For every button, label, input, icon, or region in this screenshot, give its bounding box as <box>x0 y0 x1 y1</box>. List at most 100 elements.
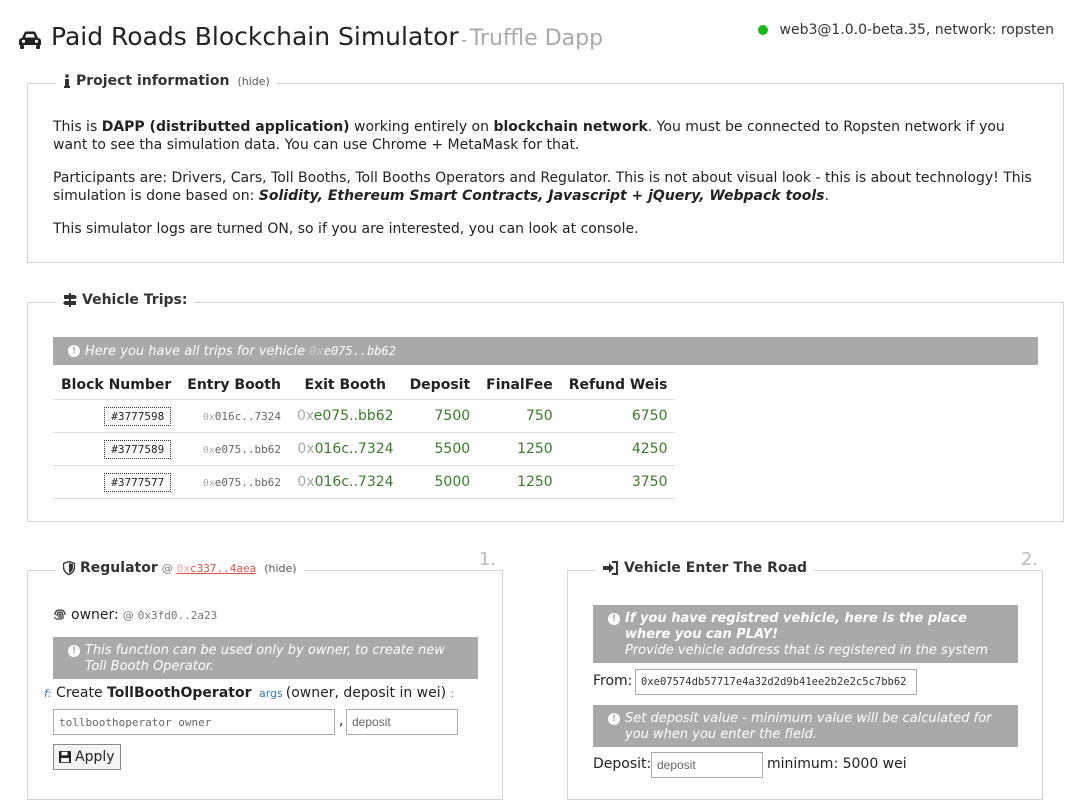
regulator-panel: Regulator @ 0xc337..4aea (hide) 1. owner… <box>27 549 503 800</box>
exit-booth-prefix: 0x <box>297 474 315 490</box>
page-title: Paid Roads Blockchain Simulator <box>51 22 459 51</box>
from-label: From: <box>593 673 633 689</box>
table-row: #3777577 0xe075..bb62 0x016c..7324 5000 1250… <box>53 465 676 499</box>
apply-button[interactable]: Apply <box>53 744 121 770</box>
hide-regulator-link[interactable]: (hide) <box>264 562 296 575</box>
sign-in-icon <box>603 561 618 575</box>
network-status-text: web3@1.0.0-beta.35, network: ropsten <box>779 22 1054 38</box>
enter-deposit-input[interactable] <box>651 752 763 778</box>
exit-booth-address: 016c..7324 <box>314 474 394 490</box>
play-banner: ! If you have registred vehicle, here is… <box>593 605 1018 663</box>
function-params: (owner, deposit in wei) <box>285 685 447 701</box>
block-number-cell: #3777577 <box>53 465 180 499</box>
project-information-panel: Project information (hide) This is DAPP … <box>27 73 1064 263</box>
exit-booth-cell: 0x016c..7324 <box>288 432 402 466</box>
table-header-row: Block Number Entry Booth Exit Booth Deposit… <box>53 371 676 400</box>
owner-at: @ <box>122 608 134 622</box>
column-header: Deposit <box>401 371 479 400</box>
block-number-cell: #3777589 <box>53 432 180 466</box>
exit-booth-address: e075..bb62 <box>313 408 394 424</box>
operator-deposit-input[interactable] <box>346 709 458 735</box>
refund-cell: 4250 <box>560 432 676 466</box>
project-paragraph-3: This simulator logs are turned ON, so if… <box>53 221 639 237</box>
regulator-address-link[interactable]: 0xc337..4aea <box>177 562 256 575</box>
function-name: TollBoothOperator <box>107 685 252 701</box>
exclamation-icon: ! <box>608 713 620 725</box>
status-dot-icon <box>757 25 768 35</box>
refund-cell: 3750 <box>560 465 676 499</box>
exit-booth-cell: 0xe075..bb62 <box>288 399 402 433</box>
trips-table: Block Number Entry Booth Exit Booth Deposit… <box>53 371 676 499</box>
final-fee-cell: 750 <box>478 399 561 433</box>
exit-booth-cell: 0x016c..7324 <box>288 465 402 499</box>
hide-project-link[interactable]: (hide) <box>237 75 269 88</box>
final-fee-cell: 1250 <box>478 432 561 466</box>
trips-banner-text: Here you have all trips for vehicle <box>85 344 306 359</box>
entry-booth-address: e075..bb62 <box>214 476 281 489</box>
exit-booth-prefix: 0x <box>297 441 315 457</box>
function-verb: Create <box>56 685 103 701</box>
owner-only-banner: ! This function can be used only by owne… <box>53 637 478 679</box>
exclamation-icon: ! <box>68 345 80 357</box>
car-icon <box>19 31 41 49</box>
play-banner-text: Provide vehicle address that is register… <box>625 643 989 658</box>
final-fee-cell: 1250 <box>478 465 561 499</box>
step-number: 1. <box>478 549 496 570</box>
entry-booth-prefix: 0x <box>202 445 215 456</box>
block-number-cell: #3777598 <box>53 399 180 433</box>
deposit-banner-text: Set deposit value - minimum value will b… <box>625 711 992 742</box>
regulator-title: Regulator <box>80 560 158 576</box>
vehicle-address-input[interactable] <box>635 669 917 695</box>
title-separator: - <box>461 33 467 49</box>
owner-row: owner: @ 0x3fd0..2a23 <box>53 607 217 623</box>
app-header: Paid Roads Blockchain Simulator - Truffl… <box>17 22 603 58</box>
function-signature: f: Create TollBoothOperator args (owner, … <box>44 685 454 701</box>
project-information-title: Project information <box>76 73 230 89</box>
exclamation-icon: ! <box>68 645 80 657</box>
regulator-legend: Regulator @ 0xc337..4aea (hide) <box>56 560 304 576</box>
function-prefix: f: <box>44 687 52 700</box>
info-icon <box>64 74 70 88</box>
save-icon <box>59 751 71 763</box>
refund-cell: 6750 <box>560 399 676 433</box>
vehicle-enter-legend: Vehicle Enter The Road <box>596 560 815 576</box>
entry-booth-cell: 0xe075..bb62 <box>179 432 289 466</box>
minimum-deposit-text: minimum: 5000 wei <box>767 756 907 772</box>
function-colon: : <box>450 687 455 700</box>
exclamation-icon: ! <box>608 613 620 625</box>
table-row: #3777598 0x016c..7324 0xe075..bb62 7500 750 6… <box>53 399 676 433</box>
block-number-link[interactable]: #3777577 <box>104 472 172 492</box>
function-args-label: args <box>258 687 283 700</box>
vehicle-trips-title: Vehicle Trips: <box>82 292 188 308</box>
entry-booth-cell: 0xe075..bb62 <box>179 465 289 499</box>
entry-booth-address: 016c..7324 <box>214 410 281 423</box>
exit-booth-prefix: 0x <box>296 408 314 424</box>
vehicle-enter-title: Vehicle Enter The Road <box>624 560 808 576</box>
owner-label: owner: <box>71 607 119 623</box>
page-subtitle: Truffle Dapp <box>469 26 604 51</box>
fingerprint-icon <box>54 609 66 620</box>
column-header: FinalFee <box>478 371 561 400</box>
deposit-label: Deposit: <box>593 756 652 772</box>
vehicle-trips-legend: Vehicle Trips: <box>56 292 195 308</box>
network-status: web3@1.0.0-beta.35, network: ropsten <box>757 22 1054 38</box>
exit-booth-address: 016c..7324 <box>314 441 394 457</box>
deposit-banner: ! Set deposit value - minimum value will… <box>593 705 1018 747</box>
shield-icon <box>63 561 75 575</box>
entry-booth-cell: 0x016c..7324 <box>179 399 289 433</box>
column-header: Block Number <box>53 371 180 400</box>
deposit-cell: 5500 <box>401 432 479 466</box>
signpost-icon <box>63 293 77 307</box>
entry-booth-prefix: 0x <box>202 478 215 489</box>
column-header: Refund Weis <box>560 371 676 400</box>
block-number-link[interactable]: #3777589 <box>104 439 172 459</box>
project-paragraph-1: This is DAPP (distributted application) … <box>53 119 1005 153</box>
block-number-link[interactable]: #3777598 <box>104 406 172 426</box>
play-banner-title: If you have registred vehicle, here is t… <box>625 611 967 642</box>
deposit-cell: 5000 <box>401 465 479 499</box>
trips-banner: ! Here you have all trips for vehicle 0x… <box>53 337 1038 365</box>
vehicle-enter-panel: Vehicle Enter The Road 2. ! If you have … <box>567 549 1043 800</box>
owner-address: 0x3fd0..2a23 <box>137 608 218 622</box>
column-header: Exit Booth <box>288 371 402 400</box>
operator-owner-input[interactable] <box>53 709 335 735</box>
